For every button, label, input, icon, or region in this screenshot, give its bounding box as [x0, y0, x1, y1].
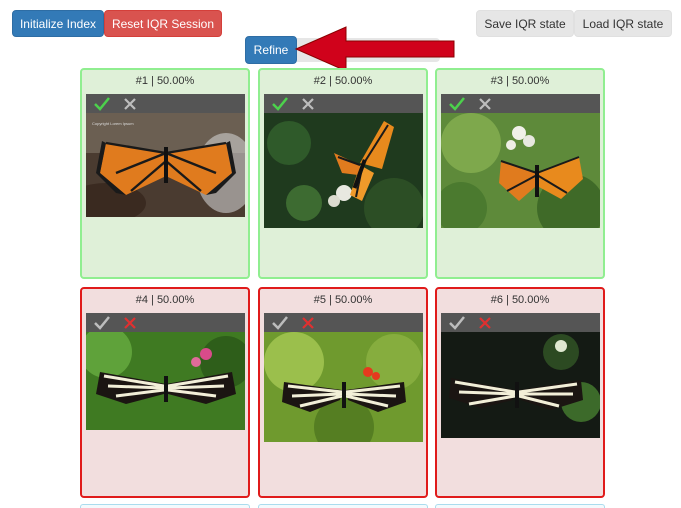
- save-iqr-state-button[interactable]: Save IQR state: [476, 10, 574, 37]
- iqr-page: Initialize Index Reset IQR Session Save …: [0, 0, 681, 508]
- result-image[interactable]: [441, 113, 600, 228]
- card-toolbar: [86, 94, 245, 113]
- card-toolbar: [264, 313, 423, 332]
- card-title: #1 | 50.00%: [135, 75, 195, 87]
- result-card: #1 | 50.00% Copyright Lorem Ipsum: [80, 68, 250, 279]
- result-card: #5 | 50.00%: [258, 287, 428, 498]
- check-icon[interactable]: [448, 95, 466, 112]
- result-card: [80, 504, 250, 508]
- result-card: [258, 504, 428, 508]
- result-card: #2 | 50.00%: [258, 68, 428, 279]
- result-image[interactable]: Copyright Lorem Ipsum: [86, 113, 245, 217]
- load-iqr-state-button[interactable]: Load IQR state: [574, 10, 672, 37]
- result-image[interactable]: [264, 113, 423, 228]
- result-card: #6 | 50.00%: [435, 287, 605, 498]
- cross-icon[interactable]: [299, 314, 317, 331]
- cross-icon[interactable]: [121, 95, 139, 112]
- check-icon[interactable]: [448, 314, 466, 331]
- check-icon[interactable]: [271, 314, 289, 331]
- card-toolbar: [441, 313, 600, 332]
- card-title: #5 | 50.00%: [313, 294, 373, 306]
- card-toolbar: [86, 313, 245, 332]
- result-image[interactable]: [441, 332, 600, 438]
- check-icon[interactable]: [271, 95, 289, 112]
- check-icon[interactable]: [93, 314, 111, 331]
- cross-icon[interactable]: [476, 314, 494, 331]
- card-title: #6 | 50.00%: [490, 294, 550, 306]
- card-title: #2 | 50.00%: [313, 75, 373, 87]
- result-card: #3 | 50.00%: [435, 68, 605, 279]
- card-toolbar: [264, 94, 423, 113]
- cross-icon[interactable]: [121, 314, 139, 331]
- result-image[interactable]: [264, 332, 423, 442]
- annotation-arrow: [294, 26, 455, 72]
- card-title: #3 | 50.00%: [490, 75, 550, 87]
- image-caption: Copyright Lorem Ipsum: [92, 121, 134, 126]
- cross-icon[interactable]: [476, 95, 494, 112]
- check-icon[interactable]: [93, 95, 111, 112]
- reset-iqr-session-button[interactable]: Reset IQR Session: [104, 10, 222, 37]
- card-toolbar: [441, 94, 600, 113]
- result-image[interactable]: [86, 332, 245, 430]
- result-card: [435, 504, 605, 508]
- card-title: #4 | 50.00%: [135, 294, 195, 306]
- result-card: #4 | 50.00%: [80, 287, 250, 498]
- initialize-index-button[interactable]: Initialize Index: [12, 10, 104, 37]
- cross-icon[interactable]: [299, 95, 317, 112]
